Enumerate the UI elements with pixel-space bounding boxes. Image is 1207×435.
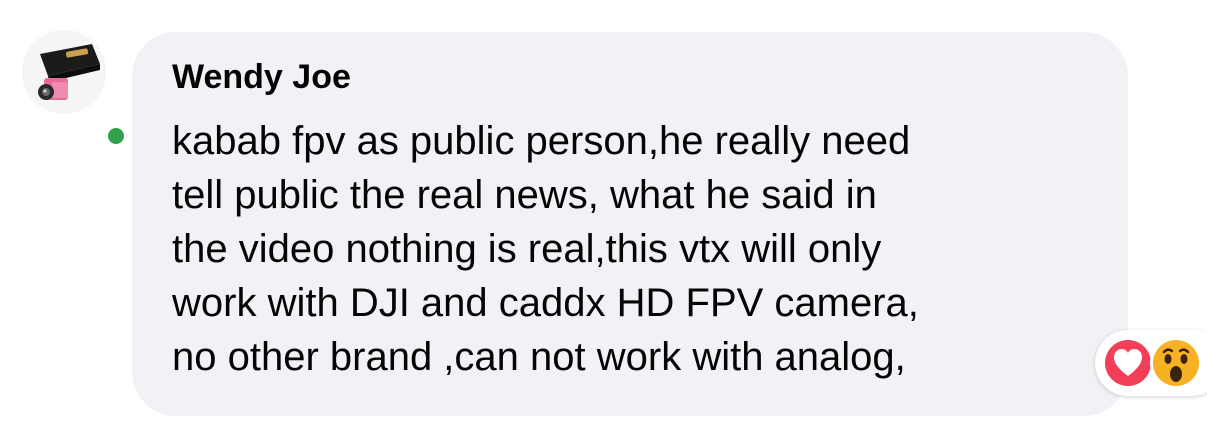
comment-text-line: tell public the real news, what he said … xyxy=(172,173,877,217)
reaction-summary[interactable] xyxy=(1095,330,1207,396)
avatar[interactable] xyxy=(22,30,128,148)
avatar-image xyxy=(22,30,106,114)
comment-text-line: no other brand ,can not work with analog… xyxy=(172,335,906,379)
wow-reaction-icon xyxy=(1150,337,1202,389)
comment-text: kabab fpv as public person,he really nee… xyxy=(172,114,1112,384)
comment-author[interactable]: Wendy Joe xyxy=(172,58,351,97)
caddx-product-icon xyxy=(22,30,106,114)
comment-text-line: work with DJI and caddx HD FPV camera, xyxy=(172,281,919,325)
online-status-indicator xyxy=(104,124,128,148)
comment-text-line: the video nothing is real,this vtx will … xyxy=(172,227,882,271)
comment-text-line: kabab fpv as public person,he really nee… xyxy=(172,119,911,163)
comment-bubble: Wendy Joe kabab fpv as public person,he … xyxy=(132,32,1128,416)
